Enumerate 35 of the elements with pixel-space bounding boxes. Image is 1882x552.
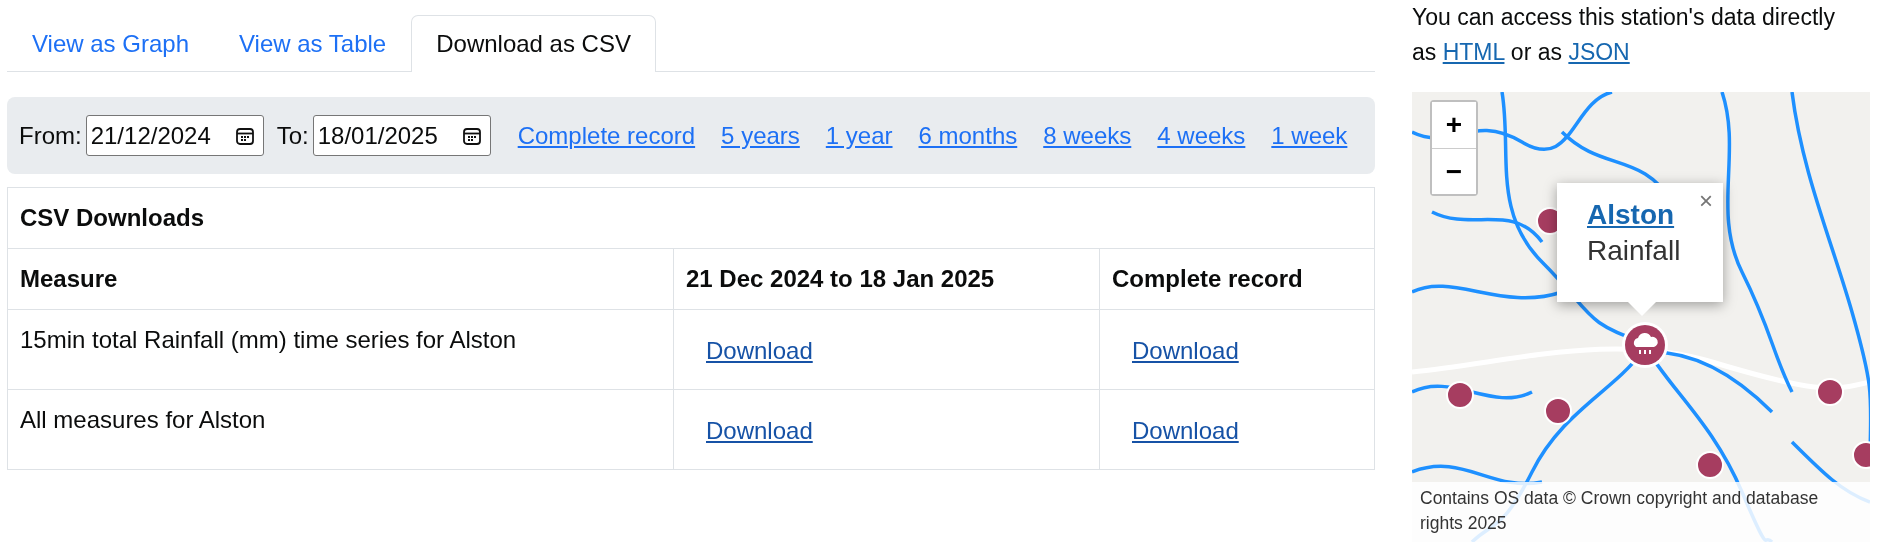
download-link[interactable]: Download <box>1132 337 1239 364</box>
column-header: 21 Dec 2024 to 18 Jan 2025 <box>673 248 1100 310</box>
tab[interactable]: View as Table <box>214 15 412 72</box>
range-link[interactable]: 1 week <box>1271 121 1348 150</box>
range-link[interactable]: Complete record <box>517 121 696 150</box>
column-header: Complete record <box>1099 248 1375 310</box>
tab[interactable]: Download as CSV <box>411 15 656 72</box>
close-button[interactable]: × <box>1695 187 1717 215</box>
range-link[interactable]: 1 year <box>825 121 893 150</box>
zoom-out-button[interactable]: − <box>1432 148 1476 194</box>
table-cell: All measures for Alston <box>7 389 674 470</box>
html-link[interactable]: HTML <box>1442 39 1505 65</box>
map-attribution: Contains OS data © Crown copyright and database rights 2025 <box>1412 482 1870 542</box>
field-label: To: <box>276 121 309 150</box>
field-label: From: <box>19 121 82 150</box>
download-link[interactable]: Download <box>706 337 813 364</box>
calendar-icon[interactable] <box>461 126 482 146</box>
range-link[interactable]: 6 months <box>918 121 1018 150</box>
json-link[interactable]: JSON <box>1568 39 1630 65</box>
column-header: Measure <box>7 248 674 310</box>
rain-marker-icon[interactable] <box>1625 325 1665 365</box>
download-link[interactable]: Download <box>706 417 813 444</box>
tab[interactable]: View as Graph <box>7 15 214 72</box>
table-cell: 15min total Rainfall (mm) time series for Alston <box>7 309 674 390</box>
station-type: Rainfall <box>1587 235 1682 267</box>
range-link[interactable]: 8 weeks <box>1043 121 1132 150</box>
date-field[interactable]: 18/01/2025 <box>312 115 491 156</box>
station-link[interactable]: Alston <box>1587 199 1675 230</box>
range-link[interactable]: 4 weeks <box>1157 121 1246 150</box>
download-link[interactable]: Download <box>1132 417 1239 444</box>
table-title: CSV Downloads <box>7 187 1375 249</box>
range-link[interactable]: 5 years <box>721 121 800 150</box>
date-field[interactable]: 21/12/2024 <box>85 115 264 156</box>
calendar-icon[interactable] <box>234 126 255 146</box>
data-access-text: You can access this station's data directly as HTML or as JSON <box>1412 3 1836 67</box>
